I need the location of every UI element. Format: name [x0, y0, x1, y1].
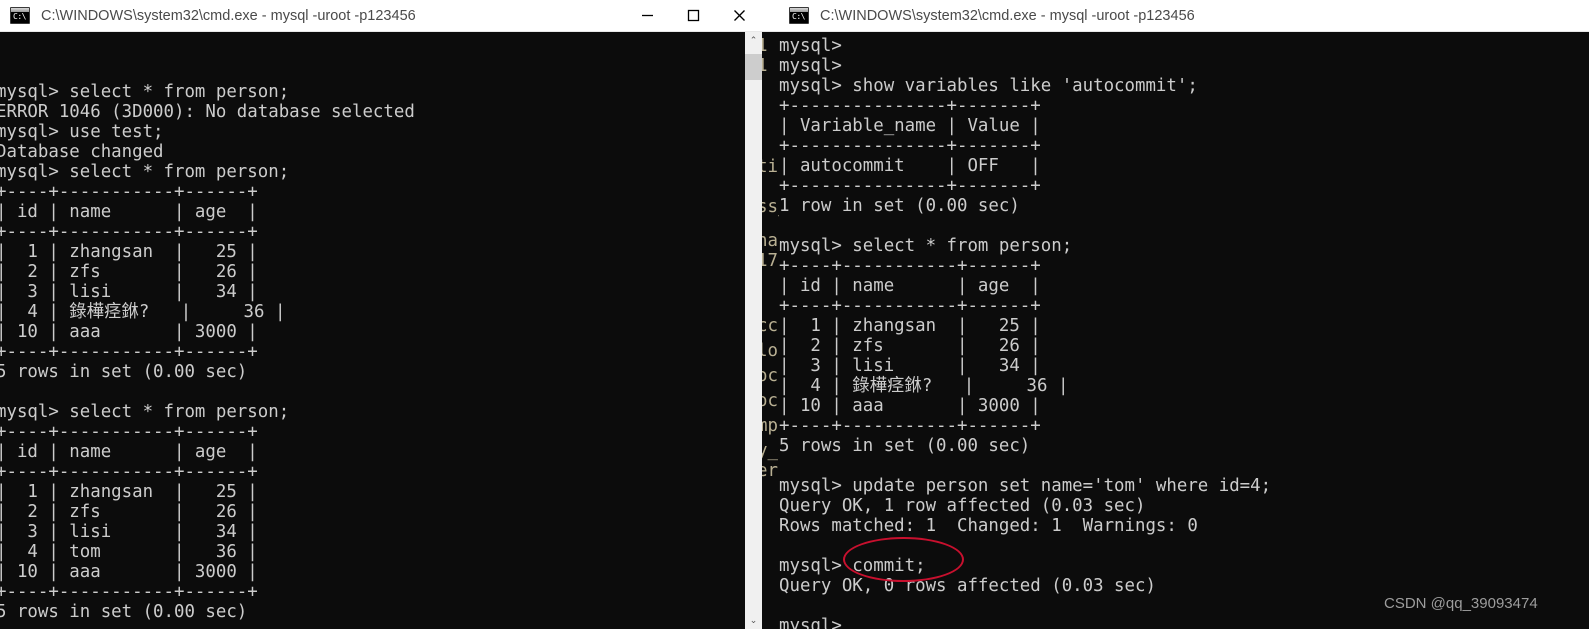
terminal-line: Query OK, 1 row affected (0.03 sec) — [779, 496, 1146, 516]
terminal-line: +----+-----------+------+ — [779, 416, 1041, 436]
terminal-line: mysql> select * from person; — [0, 402, 290, 422]
terminal-line: mysql> use test; — [0, 122, 164, 142]
terminal-line: | 1 | zhangsan | 25 | — [0, 482, 258, 502]
right-window-titlebar[interactable]: C:\ C:\WINDOWS\system32\cmd.exe - mysql … — [779, 0, 1589, 32]
scrollbar-up-arrow-icon[interactable]: ⌃ — [745, 32, 762, 49]
terminal-line: mysql> select * from person; — [779, 236, 1073, 256]
terminal-line: | id | name | age | — [0, 442, 258, 462]
terminal-line: 1 row in set (0.00 sec) — [779, 196, 1020, 216]
minimize-button[interactable] — [624, 0, 670, 32]
terminal-line: 5 rows in set (0.00 sec) — [0, 602, 248, 622]
terminal-line: | 1 | zhangsan | 25 | — [779, 316, 1041, 336]
terminal-line: | 10 | aaa | 3000 | — [779, 396, 1041, 416]
terminal-line: Query OK, 0 rows affected (0.03 sec) — [779, 576, 1156, 596]
cmd-icon-label: C:\ — [792, 11, 805, 21]
terminal-line: mysql> — [779, 616, 842, 629]
terminal-line: | 4 | 錄樺痉銝? | 36 | — [0, 302, 286, 322]
terminal-line: mysql> update person set name='tom' wher… — [779, 476, 1272, 496]
terminal-line: 5 rows in set (0.00 sec) — [0, 362, 248, 382]
left-cmd-window[interactable]: C:\ C:\WINDOWS\system32\cmd.exe - mysql … — [0, 0, 762, 629]
terminal-line: | 10 | aaa | 3000 | — [0, 322, 258, 342]
cmd-icon-label: C:\ — [13, 11, 26, 21]
left-window-titlebar[interactable]: C:\ C:\WINDOWS\system32\cmd.exe - mysql … — [0, 0, 762, 32]
right-window-title: C:\WINDOWS\system32\cmd.exe - mysql -uro… — [820, 7, 1195, 24]
maximize-button[interactable] — [670, 0, 716, 32]
terminal-line: +----+-----------+------+ — [0, 462, 258, 482]
scrollbar-thumb[interactable] — [745, 54, 762, 80]
terminal-line: | Variable_name | Value | — [779, 116, 1041, 136]
watermark: CSDN @qq_39093474 — [1384, 595, 1538, 612]
close-button[interactable] — [716, 0, 762, 32]
terminal-line: | 4 | 錄樺痉銝? | 36 | — [779, 376, 1069, 396]
terminal-line: Database changed — [0, 142, 164, 162]
terminal-line: +----+-----------+------+ — [0, 582, 258, 602]
left-window-title: C:\WINDOWS\system32\cmd.exe - mysql -uro… — [41, 7, 416, 24]
terminal-line: Rows matched: 1 Changed: 1 Warnings: 0 — [779, 516, 1198, 536]
terminal-line: | 3 | lisi | 34 | — [0, 522, 258, 542]
terminal-line: mysql> — [779, 56, 842, 76]
terminal-line: | id | name | age | — [0, 202, 258, 222]
terminal-line: | 4 | tom | 36 | — [0, 542, 258, 562]
terminal-line: | 3 | lisi | 34 | — [0, 282, 258, 302]
terminal-line: | 3 | lisi | 34 | — [779, 356, 1041, 376]
terminal-line: +---------------+-------+ — [779, 176, 1041, 196]
terminal-line: mysql> show variables like 'autocommit'; — [779, 76, 1198, 96]
terminal-line: +----+-----------+------+ — [779, 296, 1041, 316]
terminal-line: | 2 | zfs | 26 | — [779, 336, 1041, 356]
left-terminal-output[interactable]: mysql> select * from person; ERROR 1046 … — [0, 32, 745, 629]
terminal-line: +----+-----------+------+ — [0, 342, 258, 362]
terminal-line: +----+-----------+------+ — [779, 256, 1041, 276]
terminal-line: +----+-----------+------+ — [0, 222, 258, 242]
cmd-icon: C:\ — [789, 6, 811, 25]
terminal-line: mysql> commit; — [779, 556, 926, 576]
terminal-line: | 10 | aaa | 3000 | — [0, 562, 258, 582]
cmd-icon: C:\ — [10, 6, 32, 25]
terminal-line: +---------------+-------+ — [779, 96, 1041, 116]
terminal-line: ERROR 1046 (3D000): No database selected — [0, 102, 415, 122]
terminal-line: | id | name | age | — [779, 276, 1041, 296]
terminal-line: 5 rows in set (0.00 sec) — [779, 436, 1031, 456]
terminal-line: | 2 | zfs | 26 | — [0, 502, 258, 522]
scrollbar-down-arrow-icon[interactable]: ⌄ — [745, 612, 762, 629]
right-terminal-output[interactable]: mysql> mysql> mysql> show variables like… — [779, 32, 1589, 629]
terminal-line: | 1 | zhangsan | 25 | — [0, 242, 258, 262]
terminal-line: +----+-----------+------+ — [0, 422, 258, 442]
terminal-line: +---------------+-------+ — [779, 136, 1041, 156]
terminal-line: | 2 | zfs | 26 | — [0, 262, 258, 282]
terminal-line: mysql> — [779, 36, 842, 56]
terminal-line: +----+-----------+------+ — [0, 182, 258, 202]
left-window-buttons — [624, 0, 762, 32]
left-window-scrollbar[interactable]: ⌃ ⌄ — [745, 32, 762, 629]
terminal-line: | autocommit | OFF | — [779, 156, 1041, 176]
terminal-line: mysql> select * from person; — [0, 162, 290, 182]
right-cmd-window[interactable]: C:\ C:\WINDOWS\system32\cmd.exe - mysql … — [779, 0, 1589, 629]
terminal-line: mysql> select * from person; — [0, 82, 290, 102]
